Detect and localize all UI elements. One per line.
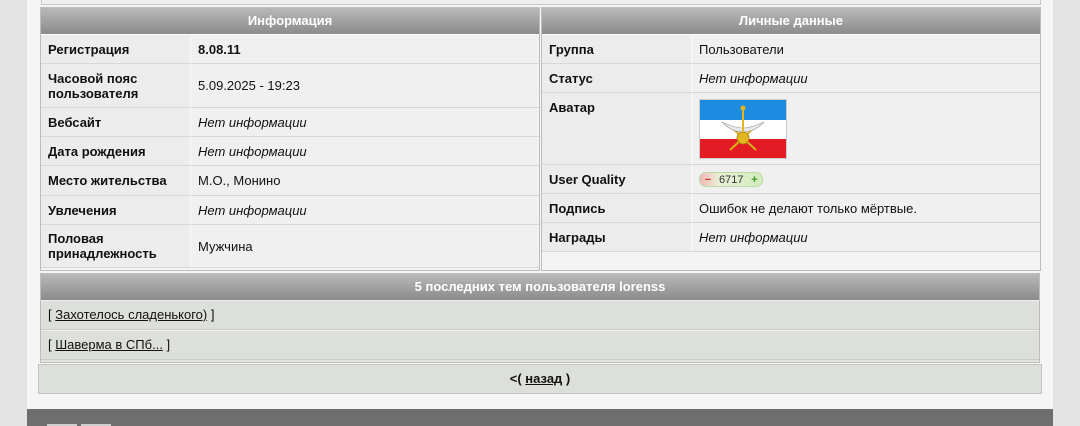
info-key: Вебсайт [41,107,191,137]
bracket-close: ] [162,337,171,352]
personal-value: Нет информации [691,222,1040,252]
topic-link[interactable]: Захотелось сладенького) [55,307,207,322]
personal-row-signature: Подпись Ошибок не делают только мёртвые. [542,193,1040,223]
personal-key: Награды [542,222,692,252]
personal-row-group: Группа Пользователи [542,34,1040,64]
info-key: Половая принадлежность [41,224,191,268]
personal-key: Аватар [542,92,692,165]
info-value: М.О., Монино [190,165,539,196]
back-suffix: ) [562,371,571,386]
top-strip [41,0,1041,5]
info-value: Нет информации [190,195,539,225]
info-key: Дата рождения [41,136,191,166]
personal-row-status: Статус Нет информации [542,63,1040,93]
personal-key: Статус [542,63,692,93]
list-item: [ Захотелось сладенького) ] [41,300,1039,330]
personal-row-quality: User Quality − 6717 + [542,164,1040,194]
list-item: [ Шаверма в СПб... ] [41,330,1039,360]
user-quality-widget: − 6717 + [699,172,764,188]
personal-value: − 6717 + [691,164,1040,194]
info-table: Регистрация 8.08.11 Часовой пояс пользов… [41,34,539,268]
info-row-birthday: Дата рождения Нет информации [41,136,539,166]
info-value: Нет информации [190,136,539,166]
topic-link[interactable]: Шаверма в СПб... [55,337,163,352]
info-key: Место жительства [41,165,191,196]
info-row-gender: Половая принадлежность Мужчина [41,224,539,268]
personal-key: User Quality [542,164,692,194]
info-row-timezone: Часовой пояс пользователя 5.09.2025 - 19… [41,63,539,108]
personal-panel: Личные данные Группа Пользователи Статус… [541,7,1041,271]
personal-value: Ошибок не делают только мёртвые. [691,193,1040,223]
personal-row-avatar: Аватар [542,92,1040,165]
quality-value: 6717 [719,173,744,186]
personal-row-awards: Награды Нет информации [542,222,1040,252]
info-value: Нет информации [190,107,539,137]
info-row-location: Место жительства М.О., Монино [41,165,539,196]
personal-key: Группа [542,34,692,64]
personal-key: Подпись [542,193,692,223]
info-value: 5.09.2025 - 19:23 [190,63,539,108]
quality-minus-button[interactable]: − [703,174,713,186]
info-panel: Информация Регистрация 8.08.11 Часовой п… [40,7,540,271]
info-row-registration: Регистрация 8.08.11 [41,34,539,64]
quality-plus-button[interactable]: + [749,174,759,186]
personal-value: Нет информации [691,63,1040,93]
recent-topics-title: 5 последних тем пользователя lorenss [41,274,1039,300]
back-navigation: <( назад ) [38,364,1042,394]
info-key: Увлечения [41,195,191,225]
info-value: 8.08.11 [190,34,539,64]
footer-bar [27,409,1053,426]
personal-panel-title: Личные данные [542,8,1040,34]
info-key: Часовой пояс пользователя [41,63,191,108]
personal-value [691,92,1040,165]
info-panel-title: Информация [41,8,539,34]
flag-avatar-icon [699,99,787,159]
recent-topics-panel: 5 последних тем пользователя lorenss [ З… [40,273,1040,363]
info-row-interests: Увлечения Нет информации [41,195,539,225]
back-link[interactable]: назад [525,371,562,386]
info-key: Регистрация [41,34,191,64]
profile-page: Информация Регистрация 8.08.11 Часовой п… [27,0,1053,426]
personal-value: Пользователи [691,34,1040,64]
info-row-website: Вебсайт Нет информации [41,107,539,137]
back-prefix: <( [509,371,526,386]
personal-table: Группа Пользователи Статус Нет информаци… [542,34,1040,252]
bracket-close: ] [207,307,215,322]
info-value: Мужчина [190,224,539,268]
